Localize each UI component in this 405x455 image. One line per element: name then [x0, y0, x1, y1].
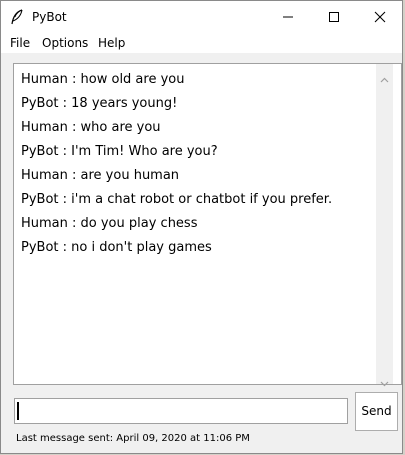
chat-message: Human : are you human — [21, 168, 180, 183]
chevron-up-icon[interactable] — [380, 68, 389, 87]
app-window: PyBot File Options Help Human : how old … — [0, 0, 403, 454]
chat-scrollbar[interactable] — [376, 64, 393, 387]
title-bar[interactable]: PyBot — [1, 1, 402, 33]
chevron-down-icon[interactable] — [380, 372, 389, 391]
window-title: PyBot — [32, 10, 67, 24]
chat-message: Human : how old are you — [21, 72, 185, 87]
menu-options[interactable]: Options — [42, 36, 88, 50]
menu-bar: File Options Help — [1, 33, 402, 53]
message-input[interactable] — [14, 398, 348, 424]
minimize-icon — [283, 16, 293, 18]
chat-log[interactable]: Human : how old are you PyBot : 18 years… — [13, 63, 402, 387]
feather-icon — [10, 9, 24, 25]
text-caret — [17, 402, 19, 420]
chat-message: PyBot : 18 years young! — [21, 96, 178, 111]
chat-message: PyBot : no i don't play games — [21, 240, 212, 255]
menu-help[interactable]: Help — [98, 36, 125, 50]
maximize-icon — [329, 12, 339, 22]
chat-message: Human : do you play chess — [21, 216, 198, 231]
menu-file[interactable]: File — [10, 36, 30, 50]
send-button[interactable]: Send — [355, 392, 398, 431]
close-button[interactable] — [357, 1, 403, 33]
close-icon — [374, 11, 386, 23]
status-text: Last message sent: April 09, 2020 at 11:… — [16, 433, 250, 444]
chat-message: Human : who are you — [21, 120, 161, 135]
chat-message: PyBot : I'm Tim! Who are you? — [21, 144, 218, 159]
maximize-button[interactable] — [311, 1, 357, 33]
chat-message: PyBot : i'm a chat robot or chatbot if y… — [21, 192, 333, 207]
minimize-button[interactable] — [265, 1, 311, 33]
